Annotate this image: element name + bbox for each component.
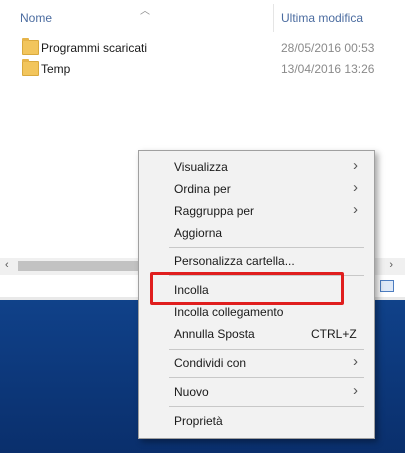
- chevron-right-icon: ›: [353, 157, 358, 174]
- list-item[interactable]: Programmi scaricati 28/05/2016 00:53: [0, 38, 405, 58]
- menu-item-nuovo[interactable]: Nuovo ›: [139, 381, 374, 403]
- column-header-name[interactable]: Nome: [20, 11, 52, 25]
- file-name: Programmi scaricati: [41, 41, 148, 55]
- column-header-date-modified[interactable]: Ultima modifica: [281, 11, 363, 25]
- menu-item-label: Visualizza: [174, 160, 228, 174]
- chevron-right-icon: ›: [353, 201, 358, 218]
- menu-item-label: Annulla Sposta: [174, 327, 255, 341]
- chevron-right-icon: ›: [353, 382, 358, 399]
- menu-item-condividi-con[interactable]: Condividi con ›: [139, 352, 374, 374]
- menu-item-personalizza-cartella[interactable]: Personalizza cartella...: [139, 250, 374, 272]
- chevron-right-icon: ›: [353, 179, 358, 196]
- menu-item-proprieta[interactable]: Proprietà: [139, 410, 374, 432]
- menu-item-label: Aggiorna: [174, 226, 223, 240]
- large-icons-view-icon[interactable]: [380, 280, 394, 292]
- sort-ascending-icon: ︿: [140, 6, 150, 17]
- scrollbar-thumb[interactable]: [18, 261, 138, 271]
- column-header: ︿ Nome Ultima modifica: [0, 0, 405, 34]
- menu-separator: [169, 377, 364, 378]
- file-date: 28/05/2016 00:53: [281, 41, 375, 55]
- menu-item-label: Nuovo: [174, 385, 209, 399]
- chevron-right-icon: ›: [353, 353, 358, 370]
- menu-item-aggiorna[interactable]: Aggiorna: [139, 222, 374, 244]
- column-divider[interactable]: [273, 4, 274, 32]
- menu-item-label: Condividi con: [174, 356, 247, 370]
- menu-item-ordina-per[interactable]: Ordina per ›: [139, 178, 374, 200]
- menu-item-raggruppa-per[interactable]: Raggruppa per ›: [139, 200, 374, 222]
- folder-icon: [22, 38, 39, 55]
- scroll-right-icon[interactable]: ›: [389, 259, 393, 271]
- menu-item-label: Personalizza cartella...: [174, 254, 295, 268]
- menu-item-label: Proprietà: [174, 414, 223, 428]
- menu-item-label: Incolla collegamento: [174, 305, 284, 319]
- scroll-left-icon[interactable]: ‹: [5, 259, 9, 271]
- menu-item-shortcut: CTRL+Z: [311, 327, 357, 341]
- menu-item-label: Ordina per: [174, 182, 231, 196]
- folder-icon: [22, 59, 39, 76]
- menu-item-label: Raggruppa per: [174, 204, 255, 218]
- menu-separator: [169, 349, 364, 350]
- file-date: 13/04/2016 13:26: [281, 62, 375, 76]
- file-name: Temp: [41, 62, 71, 76]
- list-item[interactable]: Temp 13/04/2016 13:26: [0, 59, 405, 79]
- menu-item-visualizza[interactable]: Visualizza ›: [139, 156, 374, 178]
- menu-separator: [169, 247, 364, 248]
- highlight-annotation: [150, 272, 344, 305]
- menu-separator: [169, 406, 364, 407]
- menu-item-annulla-sposta[interactable]: Annulla Sposta CTRL+Z: [139, 323, 374, 345]
